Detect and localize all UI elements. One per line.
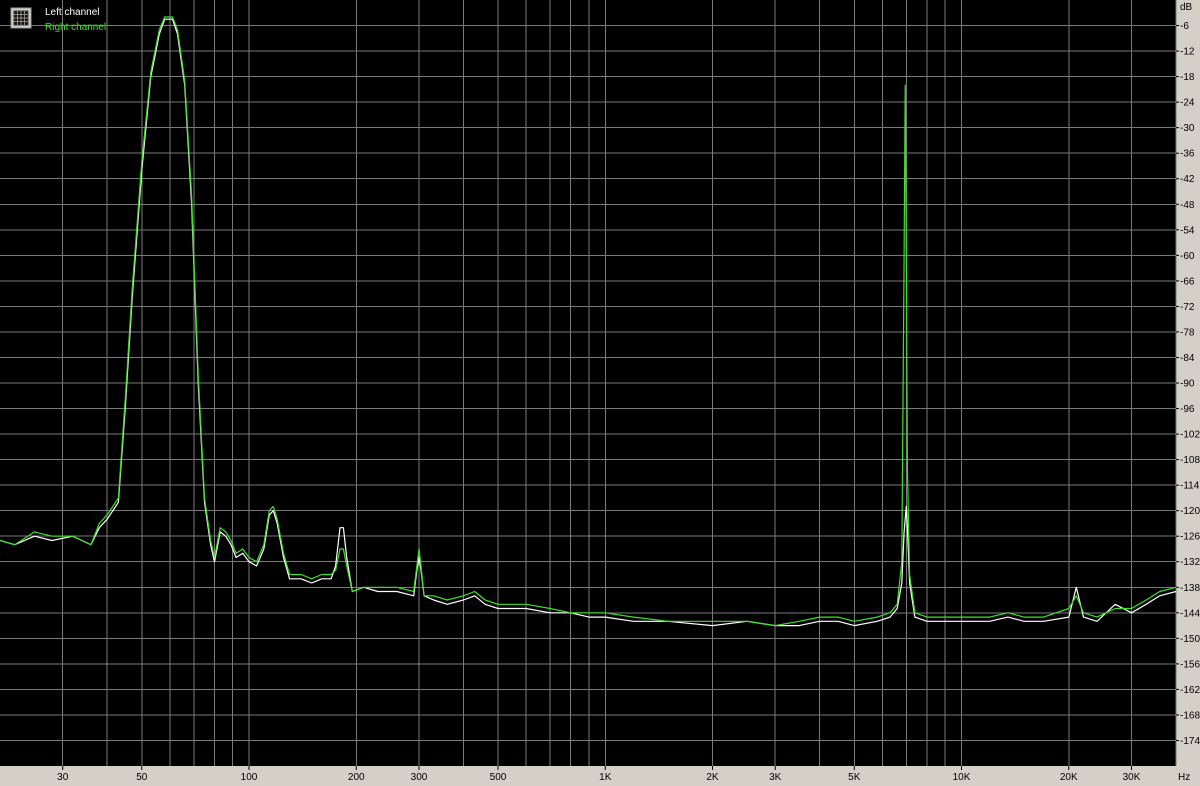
y-tick-label: -66 bbox=[1180, 276, 1195, 287]
y-tick-label: -90 bbox=[1180, 379, 1195, 390]
y-tick-label: -144 bbox=[1180, 608, 1200, 619]
y-tick-label: -30 bbox=[1180, 123, 1195, 134]
legend-right-channel: Right channel bbox=[45, 22, 106, 33]
x-tick-label: 200 bbox=[348, 772, 365, 783]
x-tick-label: 300 bbox=[411, 772, 428, 783]
y-tick-label: -102 bbox=[1180, 430, 1200, 441]
x-tick-label: 10K bbox=[953, 772, 971, 783]
legend-left-channel: Left channel bbox=[45, 7, 100, 18]
y-tick-label: -24 bbox=[1180, 98, 1195, 109]
y-tick-label: -60 bbox=[1180, 251, 1195, 262]
x-tick-label: 5K bbox=[848, 772, 861, 783]
y-tick-label: -84 bbox=[1180, 353, 1195, 364]
x-tick-label: 30K bbox=[1123, 772, 1141, 783]
x-tick-label: 3K bbox=[769, 772, 782, 783]
y-tick-label: -12 bbox=[1180, 47, 1195, 58]
y-tick-label: -132 bbox=[1180, 557, 1200, 568]
x-tick-label: 500 bbox=[490, 772, 507, 783]
y-tick-label: -120 bbox=[1180, 506, 1200, 517]
y-tick-label: -150 bbox=[1180, 634, 1200, 645]
x-unit-label: Hz bbox=[1178, 772, 1190, 783]
y-unit-label: dB bbox=[1180, 2, 1193, 13]
y-tick-label: -138 bbox=[1180, 583, 1200, 594]
y-tick-label: -108 bbox=[1180, 455, 1200, 466]
y-tick-label: -48 bbox=[1180, 200, 1195, 211]
x-tick-label: 100 bbox=[241, 772, 258, 783]
y-tick-label: -78 bbox=[1180, 327, 1195, 338]
x-tick-label: 2K bbox=[706, 772, 719, 783]
y-tick-label: -156 bbox=[1180, 659, 1200, 670]
spectrum-chart: -6 -12 -18 -24 -30 -36 -42 -48 -54 -60 -66 -72 -78 -8… bbox=[0, 0, 1200, 786]
x-tick-label: 20K bbox=[1060, 772, 1078, 783]
y-tick-label: -72 bbox=[1180, 302, 1195, 313]
y-tick-label: -162 bbox=[1180, 685, 1200, 696]
y-tick-label: -96 bbox=[1180, 404, 1195, 415]
y-tick-label: -54 bbox=[1180, 225, 1195, 236]
y-tick-label: -114 bbox=[1180, 481, 1200, 492]
x-tick-label: 30 bbox=[57, 772, 69, 783]
y-tick-label: -168 bbox=[1180, 710, 1200, 721]
y-tick-label: -126 bbox=[1180, 532, 1200, 543]
y-tick-label: -6 bbox=[1180, 21, 1189, 32]
x-tick-label: 1K bbox=[599, 772, 612, 783]
y-tick-label: -174 bbox=[1180, 736, 1200, 747]
legend-icon[interactable] bbox=[10, 7, 32, 29]
y-tick-label: -42 bbox=[1180, 174, 1195, 185]
x-tick-label: 50 bbox=[136, 772, 148, 783]
y-tick-label: -18 bbox=[1180, 72, 1195, 83]
y-tick-label: -36 bbox=[1180, 149, 1195, 160]
